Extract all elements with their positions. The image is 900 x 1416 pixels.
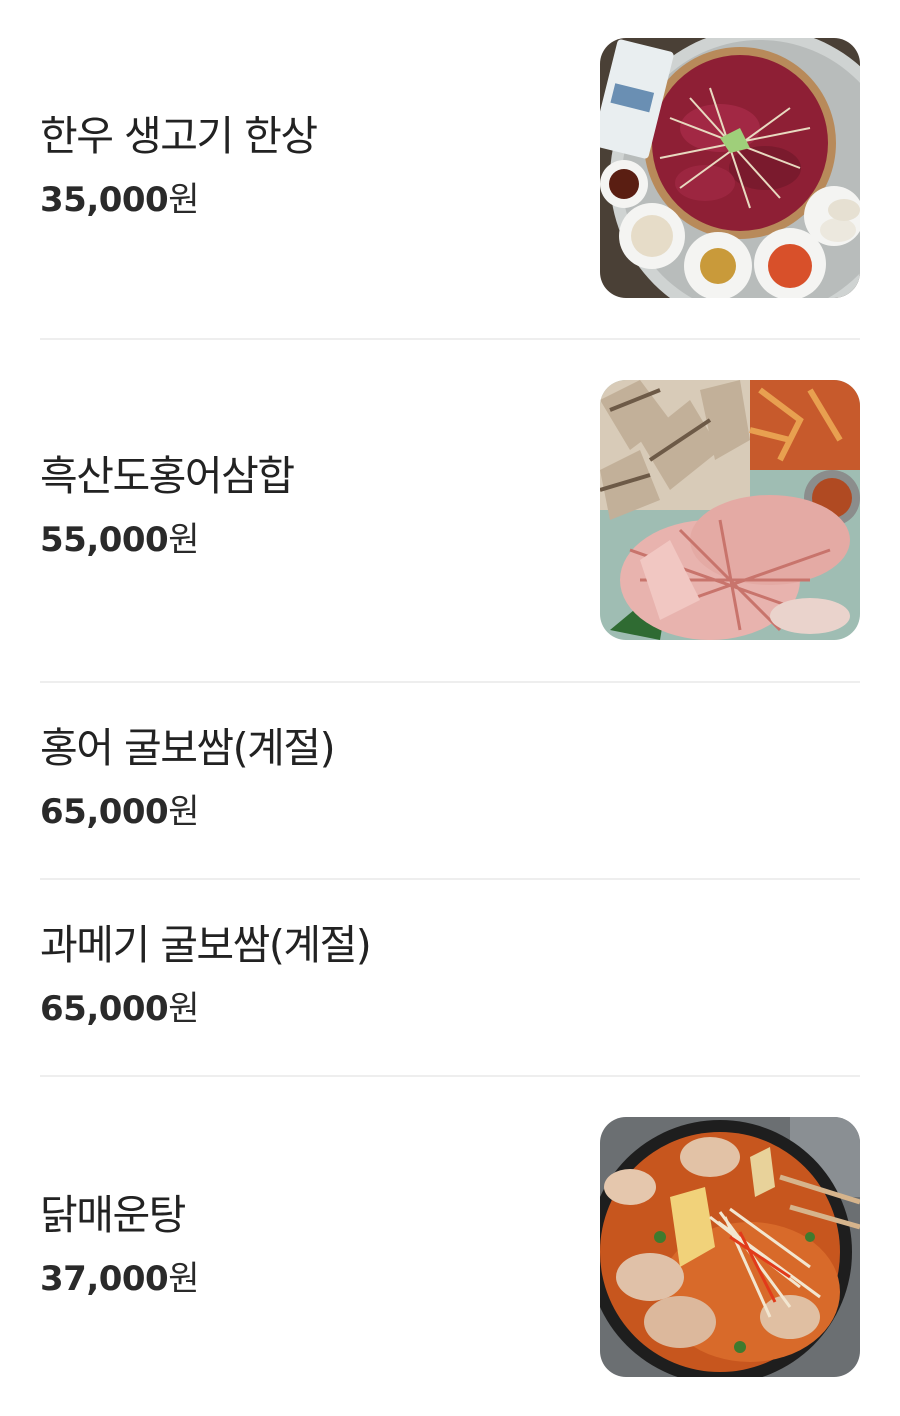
- menu-item-photo-raw-beef-platter[interactable]: [600, 38, 860, 298]
- menu-item-price: 65,000: [40, 792, 169, 832]
- menu-item-text: 닭매운탕 37,000원: [40, 1189, 199, 1301]
- price-unit: 원: [168, 792, 199, 832]
- menu-divider: [40, 1075, 860, 1077]
- menu-divider: [40, 338, 860, 340]
- menu-item-price: 35,000: [40, 180, 169, 220]
- menu-item-name: 닭매운탕: [40, 1191, 186, 1239]
- raw-beef-platter-image: [600, 38, 860, 298]
- menu-list: 한우 생고기 한상 35,000원 흑산도홍어삼합 55,000원 홍어 굴보쌈…: [0, 0, 900, 1416]
- menu-item-text: 한우 생고기 한상 35,000원: [40, 110, 318, 222]
- menu-item-name: 흑산도홍어삼합: [40, 452, 295, 500]
- menu-item-price-line: 35,000원: [40, 178, 317, 222]
- menu-item-photo-spicy-chicken-stew[interactable]: [600, 1117, 860, 1377]
- menu-item-photo-skate-pork-kimchi[interactable]: [600, 380, 860, 640]
- menu-divider: [40, 681, 860, 683]
- skate-pork-kimchi-image: [600, 380, 860, 640]
- menu-item-text: 흑산도홍어삼합 55,000원: [40, 450, 295, 562]
- menu-item-gwamegi-gul-bossam[interactable]: 과메기 굴보쌈(계절) 65,000원: [40, 919, 860, 1039]
- spicy-chicken-stew-image: [600, 1117, 860, 1377]
- menu-item-text: 과메기 굴보쌈(계절) 65,000원: [40, 919, 372, 1031]
- price-unit: 원: [168, 989, 199, 1029]
- menu-item-price-line: 65,000원: [40, 790, 334, 834]
- menu-item-price: 37,000: [40, 1259, 169, 1299]
- menu-item-name: 과메기 굴보쌈(계절): [40, 921, 372, 969]
- price-unit: 원: [168, 1259, 199, 1299]
- menu-divider: [40, 878, 860, 880]
- menu-item-heuksando-hongeo-samhap[interactable]: 흑산도홍어삼합 55,000원: [40, 380, 860, 640]
- menu-item-name: 한우 생고기 한상: [40, 112, 318, 160]
- menu-item-price-line: 55,000원: [40, 518, 294, 562]
- menu-item-text: 홍어 굴보쌈(계절) 65,000원: [40, 722, 336, 834]
- menu-item-name: 홍어 굴보쌈(계절): [40, 724, 336, 772]
- menu-item-dak-maeuntang[interactable]: 닭매운탕 37,000원: [40, 1117, 860, 1377]
- menu-item-hongeo-gul-bossam[interactable]: 홍어 굴보쌈(계절) 65,000원: [40, 722, 860, 842]
- menu-item-price: 55,000: [40, 520, 169, 560]
- menu-item-price: 65,000: [40, 989, 169, 1029]
- menu-item-hanwoo-raw-beef[interactable]: 한우 생고기 한상 35,000원: [40, 38, 860, 298]
- price-unit: 원: [168, 520, 199, 560]
- menu-item-price-line: 37,000원: [40, 1257, 199, 1301]
- menu-item-price-line: 65,000원: [40, 987, 370, 1031]
- price-unit: 원: [168, 180, 199, 220]
